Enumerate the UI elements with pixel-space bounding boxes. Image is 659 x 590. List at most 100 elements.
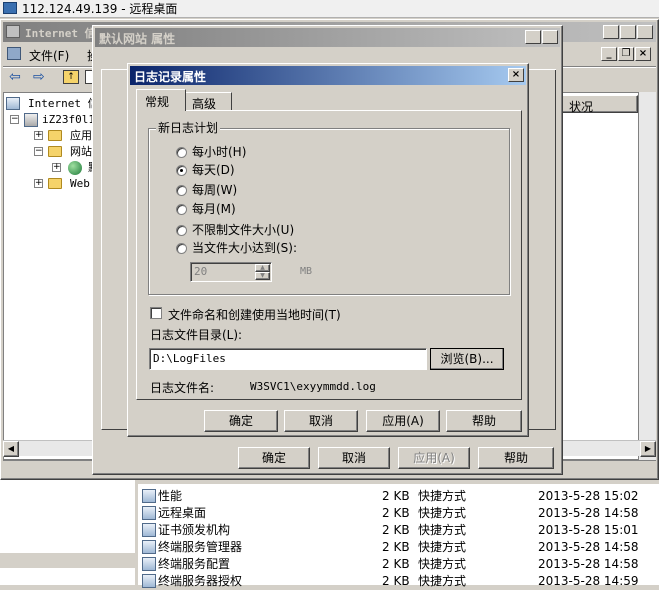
scroll-right-button[interactable]: ▶	[640, 441, 656, 457]
tree-item-label: iZ23f0l1	[42, 113, 95, 126]
radio-label: 每月(M)	[192, 202, 236, 216]
checkbox-label: 文件命名和创建使用当地时间(T)	[168, 308, 341, 322]
explorer-file-list: 性能 2 KB 快捷方式 2013-5-28 15:02 远程桌面 2 KB 快捷方式 201…	[138, 484, 659, 588]
spin-down-button[interactable]: ▼	[255, 272, 270, 280]
site-help-button[interactable]: 帮助	[478, 447, 554, 469]
log-help-button[interactable]: 帮助	[446, 410, 522, 432]
mmc-app-icon	[6, 25, 20, 38]
mmc-maximize-button[interactable]: □	[620, 25, 636, 39]
scroll-left-button[interactable]: ◀	[3, 441, 19, 457]
tree-item-label: Internet 信	[28, 97, 99, 110]
site-help-title-button[interactable]: ?	[525, 30, 541, 44]
rdp-title: 112.124.49.139 - 远程桌面	[22, 2, 178, 16]
site-ok-button[interactable]: 确定	[238, 447, 310, 469]
mmc-close-button[interactable]: ×	[637, 25, 653, 39]
mdi-minimize-button[interactable]: _	[601, 47, 617, 61]
mmc-title: Internet 信	[25, 27, 96, 40]
site-close-title-button[interactable]: ×	[542, 30, 558, 44]
file-size: 2 KB	[382, 523, 410, 537]
log-close-title-button[interactable]: ×	[508, 68, 524, 82]
mdi-close-button[interactable]: ×	[635, 47, 651, 61]
log-filename-label: 日志文件名:	[150, 381, 215, 395]
site-properties-title: 默认网站 属性	[99, 32, 176, 46]
server-icon	[24, 113, 38, 127]
detail-column-header[interactable]: 状况	[562, 95, 638, 114]
tab-general[interactable]: 常规	[136, 89, 186, 111]
file-size: 2 KB	[382, 489, 410, 503]
list-item[interactable]: 证书颁发机构 2 KB 快捷方式 2013-5-28 15:01	[138, 522, 659, 539]
log-dir-label: 日志文件目录(L):	[150, 328, 243, 342]
log-properties-dialog: 日志记录属性 × 常规 高级 新日志计划 每小时(H) 每天(D) 每周(W) …	[127, 63, 529, 437]
file-name: 终端服务器授权	[158, 574, 243, 588]
tree-item-label: 网站	[70, 145, 92, 158]
shortcut-icon	[142, 506, 156, 520]
radio-label: 每天(D)	[192, 163, 235, 177]
tab-general-label: 常规	[145, 95, 170, 109]
rdp-app-icon	[3, 2, 17, 14]
radio-label: 每周(W)	[192, 183, 238, 197]
site-apply-button[interactable]: 应用(A)	[398, 447, 470, 469]
spin-up-button[interactable]: ▲	[255, 264, 270, 272]
file-type: 快捷方式	[418, 523, 467, 537]
shortcut-icon	[142, 523, 156, 537]
checkbox-box	[150, 307, 162, 319]
file-date: 2013-5-28 14:59	[538, 574, 639, 588]
radio-indicator	[176, 243, 187, 254]
shortcut-icon	[142, 557, 156, 571]
back-arrow-icon[interactable]: ⇦	[9, 69, 21, 85]
site-properties-title-bar: 默认网站 属性 ? ×	[95, 28, 560, 47]
file-type: 快捷方式	[418, 506, 467, 520]
forward-arrow-icon[interactable]: ⇨	[33, 69, 45, 85]
folder-icon	[48, 130, 62, 141]
collapse-icon[interactable]: −	[10, 115, 19, 124]
explorer-left-scrollbar[interactable]	[0, 552, 135, 568]
file-date: 2013-5-28 15:01	[538, 523, 639, 537]
iis-icon	[6, 97, 20, 110]
size-unit: MB	[300, 266, 313, 277]
file-date: 2013-5-28 14:58	[538, 506, 639, 520]
mdi-restore-button[interactable]: ❐	[618, 47, 634, 61]
list-item[interactable]: 终端服务配置 2 KB 快捷方式 2013-5-28 14:58	[138, 556, 659, 573]
radio-indicator	[176, 147, 187, 158]
radio-label: 不限制文件大小(U)	[192, 223, 295, 237]
list-item[interactable]: 性能 2 KB 快捷方式 2013-5-28 15:02	[138, 488, 659, 505]
file-size: 2 KB	[382, 506, 410, 520]
mmc-minimize-button[interactable]: _	[603, 25, 619, 39]
log-dir-value: D:\LogFiles	[153, 352, 226, 365]
list-item[interactable]: 远程桌面 2 KB 快捷方式 2013-5-28 14:58	[138, 505, 659, 522]
mmc-doc-icon	[7, 47, 21, 60]
shortcut-icon	[142, 540, 156, 554]
collapse-icon[interactable]: −	[34, 147, 43, 156]
file-type: 快捷方式	[418, 574, 467, 588]
size-spinner[interactable]: 20 ▲ ▼	[190, 262, 272, 282]
log-filename-value: W3SVC1\exyymmdd.log	[250, 380, 376, 393]
globe-icon	[68, 161, 82, 175]
mmc-tree-pane: Internet 信 − iZ23f0l1 + 应用 − 网站 + 默 + We…	[3, 92, 99, 460]
explorer-window: 性能 2 KB 快捷方式 2013-5-28 15:02 远程桌面 2 KB 快捷方式 201…	[0, 480, 659, 588]
expand-icon[interactable]: +	[34, 179, 43, 188]
expand-icon[interactable]: +	[34, 131, 43, 140]
log-cancel-button[interactable]: 取消	[284, 410, 358, 432]
browse-button[interactable]: 浏览(B)...	[430, 348, 504, 370]
tree-item-label: Web	[70, 177, 90, 190]
menu-file[interactable]: 文件(F)	[29, 47, 69, 64]
tab-advanced[interactable]: 高级	[186, 92, 232, 111]
expand-icon[interactable]: +	[52, 163, 61, 172]
site-cancel-button[interactable]: 取消	[318, 447, 390, 469]
up-folder-icon[interactable]: ↑	[63, 70, 79, 84]
log-apply-button[interactable]: 应用(A)	[366, 410, 440, 432]
file-type: 快捷方式	[418, 557, 467, 571]
list-item[interactable]: 终端服务管理器 2 KB 快捷方式 2013-5-28 14:58	[138, 539, 659, 556]
radio-indicator	[176, 225, 187, 236]
file-size: 2 KB	[382, 540, 410, 554]
list-item[interactable]: 终端服务器授权 2 KB 快捷方式 2013-5-28 14:59	[138, 573, 659, 590]
folder-icon	[48, 178, 62, 189]
file-date: 2013-5-28 14:58	[538, 557, 639, 571]
log-ok-button[interactable]: 确定	[204, 410, 278, 432]
detail-vertical-scrollbar[interactable]	[639, 92, 656, 460]
shortcut-icon	[142, 574, 156, 588]
log-dir-input[interactable]: D:\LogFiles	[149, 348, 427, 370]
schedule-group-label: 新日志计划	[156, 121, 221, 135]
file-name: 证书颁发机构	[158, 523, 231, 537]
local-time-checkbox[interactable]: 文件命名和创建使用当地时间(T)	[150, 306, 380, 322]
